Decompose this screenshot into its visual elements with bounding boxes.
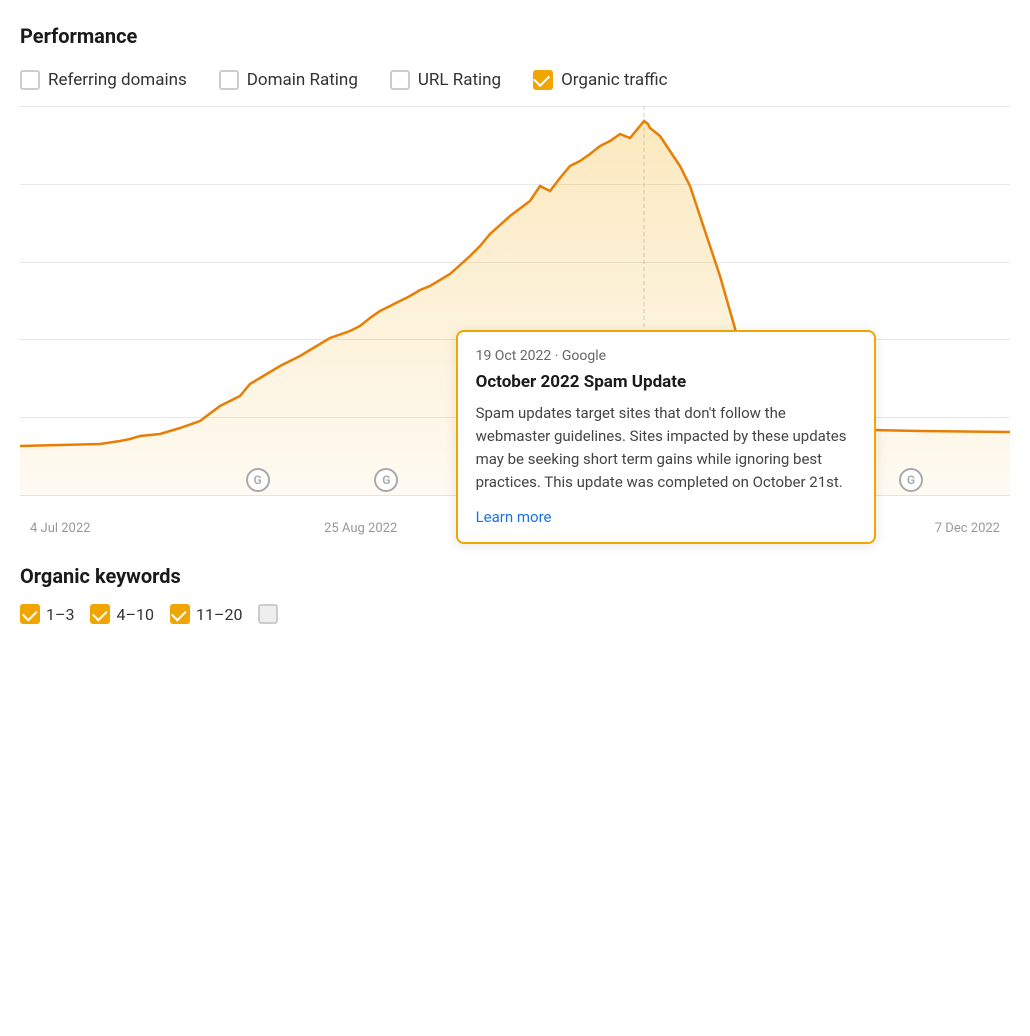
- kw-checkbox-box-4-10[interactable]: [90, 604, 110, 624]
- kw-label-11-20: 11–20: [196, 605, 242, 624]
- page-wrapper: Performance Referring domains Domain Rat…: [0, 0, 1030, 624]
- checkbox-box-organic-traffic[interactable]: [533, 70, 553, 90]
- kw-checkbox-partial[interactable]: [258, 604, 278, 624]
- chart-area: G G G G G G G 4 Jul 2022 25 Aug 2022 16 …: [20, 106, 1010, 536]
- checkbox-organic-traffic[interactable]: Organic traffic: [533, 70, 667, 90]
- learn-more-link[interactable]: Learn more: [476, 508, 552, 526]
- tooltip-box: 19 Oct 2022 · Google October 2022 Spam U…: [456, 330, 876, 544]
- kw-checkbox-box-1-3[interactable]: [20, 604, 40, 624]
- g-marker-2[interactable]: G: [374, 468, 398, 492]
- checkboxes-row: Referring domains Domain Rating URL Rati…: [20, 70, 1010, 90]
- checkbox-box-url-rating[interactable]: [390, 70, 410, 90]
- x-label-4: 7 Dec 2022: [935, 521, 1000, 536]
- kw-filter-11-20[interactable]: 11–20: [170, 604, 242, 624]
- tooltip-body: Spam updates target sites that don't fol…: [476, 402, 856, 495]
- kw-filter-1-3[interactable]: 1–3: [20, 604, 74, 624]
- checkbox-label-organic-traffic: Organic traffic: [561, 70, 667, 90]
- g-marker-circle-1: G: [246, 468, 270, 492]
- g-marker-circle-7: G: [899, 468, 923, 492]
- kw-label-4-10: 4–10: [116, 605, 153, 624]
- x-label-1: 4 Jul 2022: [30, 521, 90, 536]
- g-marker-circle-2: G: [374, 468, 398, 492]
- checkbox-box-referring-domains[interactable]: [20, 70, 40, 90]
- checkbox-label-url-rating: URL Rating: [418, 70, 501, 90]
- kw-label-1-3: 1–3: [46, 605, 74, 624]
- g-marker-1[interactable]: G: [246, 468, 270, 492]
- section-title: Performance: [20, 24, 1010, 48]
- checkbox-box-domain-rating[interactable]: [219, 70, 239, 90]
- keywords-section-title: Organic keywords: [20, 564, 1010, 588]
- bottom-section: Organic keywords 1–3 4–10 11–20: [20, 548, 1010, 624]
- checkbox-label-domain-rating: Domain Rating: [247, 70, 358, 90]
- checkbox-referring-domains[interactable]: Referring domains: [20, 70, 187, 90]
- tooltip-date: 19 Oct 2022 · Google: [476, 348, 856, 364]
- kw-filter-4-10[interactable]: 4–10: [90, 604, 153, 624]
- kw-filter-partial[interactable]: [258, 604, 278, 624]
- checkbox-url-rating[interactable]: URL Rating: [390, 70, 501, 90]
- checkbox-domain-rating[interactable]: Domain Rating: [219, 70, 358, 90]
- keywords-filters: 1–3 4–10 11–20: [20, 604, 1010, 624]
- g-marker-7[interactable]: G: [899, 468, 923, 492]
- checkbox-label-referring-domains: Referring domains: [48, 70, 187, 90]
- x-label-2: 25 Aug 2022: [324, 521, 397, 536]
- kw-checkbox-box-11-20[interactable]: [170, 604, 190, 624]
- tooltip-title: October 2022 Spam Update: [476, 372, 856, 392]
